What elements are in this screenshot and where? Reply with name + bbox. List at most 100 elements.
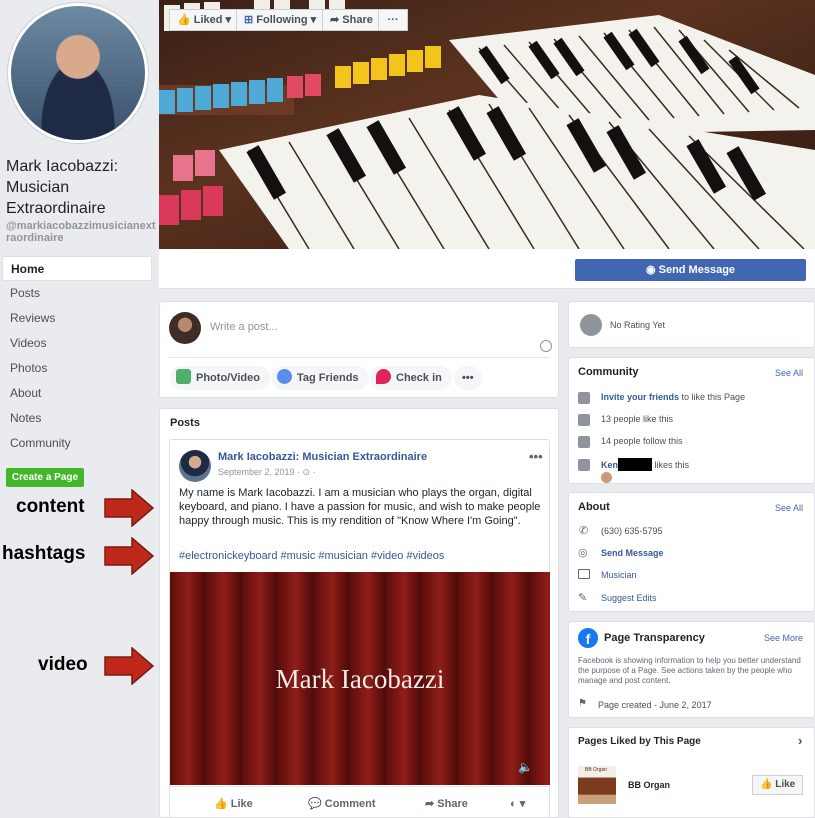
send-message-button[interactable]: ◉ Send Message — [575, 259, 806, 281]
photo-icon — [176, 369, 191, 384]
transparency-description: Facebook is showing information to help … — [578, 656, 801, 685]
bb-organ-like-button[interactable]: 👍 Like — [752, 775, 804, 795]
share-label: Share — [342, 14, 373, 26]
photo-video-label: Photo/Video — [196, 372, 260, 384]
friend-likes-row: Ken likes this — [601, 458, 689, 471]
comment-icon: 💬 — [308, 798, 325, 810]
messenger-icon: ◎ — [578, 547, 588, 559]
nav-photos[interactable]: Photos — [2, 356, 152, 381]
check-in-label: Check in — [396, 372, 442, 384]
nav-community[interactable]: Community — [2, 431, 152, 456]
redaction-box — [618, 458, 653, 471]
rss-icon: ⊞ — [244, 14, 257, 26]
tag-friends-button[interactable]: Tag Friends — [271, 366, 369, 390]
mute-icon[interactable]: 🔈 — [518, 760, 533, 774]
cover-photo[interactable] — [159, 0, 815, 249]
page-name[interactable]: Mark Iacobazzi: Musician Extraordinaire — [6, 156, 156, 219]
check-in-button[interactable]: Check in — [370, 366, 452, 390]
audience-selector[interactable]: ◐ ▾ — [510, 797, 525, 810]
people-icon — [578, 392, 590, 404]
about-see-all[interactable]: See All — [775, 503, 803, 513]
category-link[interactable]: Musician — [601, 569, 637, 581]
photo-video-button[interactable]: Photo/Video — [170, 366, 270, 390]
page-handle[interactable]: @markiacobazzimusicianextraordinaire — [6, 220, 156, 244]
phone-number[interactable]: (630) 635-5795 — [601, 525, 663, 537]
comment-button[interactable]: 💬 Comment — [308, 797, 376, 810]
transparency-see-more[interactable]: See More — [764, 633, 803, 643]
more-actions-button[interactable]: ··· — [378, 9, 408, 31]
post-options-icon[interactable]: ••• — [529, 449, 543, 464]
annotation-content-label: content — [16, 496, 85, 517]
following-button[interactable]: ⊞ Following ▾ — [236, 9, 325, 31]
nav-reviews[interactable]: Reviews — [2, 306, 152, 331]
nav-notes[interactable]: Notes — [2, 406, 152, 431]
follows-count[interactable]: 14 people follow this — [601, 435, 683, 447]
bb-organ-like-label: Like — [775, 779, 796, 790]
composer-divider — [169, 357, 549, 358]
page-nav: Home Posts Reviews Videos Photos About N… — [2, 256, 152, 456]
post-author-avatar[interactable] — [179, 450, 211, 482]
annotation-hashtags-label: hashtags — [2, 543, 86, 564]
community-title: Community — [578, 366, 639, 378]
nav-posts[interactable]: Posts — [2, 281, 152, 306]
emoji-icon[interactable] — [540, 340, 552, 352]
annotation-video-label: video — [38, 654, 88, 675]
post-date[interactable]: September 2, 2019 · ⊙ · — [218, 467, 316, 478]
write-post-input[interactable]: Write a post... — [210, 321, 278, 333]
rating-icon — [580, 314, 602, 336]
pages-liked-title: Pages Liked by This Page — [578, 736, 701, 747]
category-icon — [578, 569, 590, 579]
chevron-right-icon[interactable]: › — [798, 733, 802, 748]
invite-row: Invite your friends to like this Page — [601, 391, 745, 403]
liked-label: Liked — [193, 14, 223, 26]
annotation-arrow-hashtags — [104, 537, 154, 575]
post-actions-bar: 👍 Like 💬 Comment ➦ Share ◐ ▾ — [170, 786, 550, 818]
rating-text: No Rating Yet — [610, 320, 666, 330]
flag-icon: ⚑ — [578, 698, 587, 709]
suggest-edits-link[interactable]: Suggest Edits — [601, 592, 657, 604]
about-send-message[interactable]: Send Message — [601, 547, 664, 559]
nav-home[interactable]: Home — [2, 256, 152, 281]
bb-organ-name[interactable]: BB Organ — [628, 779, 670, 791]
invite-friends-link[interactable]: Invite your friends — [601, 392, 679, 402]
community-see-all[interactable]: See All — [775, 368, 803, 378]
rating-card — [568, 301, 815, 348]
share-icon: ➦ — [425, 798, 438, 810]
post-hashtags[interactable]: #electronickeyboard #music #musician #vi… — [179, 550, 444, 562]
post-author-name[interactable]: Mark Iacobazzi: Musician Extraordinaire — [218, 451, 427, 463]
friends-icon — [578, 459, 590, 471]
like-icon: 👍 — [214, 798, 231, 810]
nav-about[interactable]: About — [2, 381, 152, 406]
tag-person-icon — [277, 369, 292, 384]
annotation-arrow-content — [104, 489, 154, 527]
tag-friends-label: Tag Friends — [297, 372, 359, 384]
annotation-arrow-video — [104, 647, 154, 685]
page-created-date: Page created - June 2, 2017 — [598, 700, 712, 710]
share-arrow-icon: ➦ — [330, 14, 343, 26]
friend-name[interactable]: Ken — [601, 460, 618, 470]
post-share-label: Share — [437, 798, 468, 810]
phone-icon: ✆ — [579, 525, 589, 537]
create-page-button[interactable]: Create a Page — [6, 468, 84, 487]
post-share-button[interactable]: ➦ Share — [425, 797, 468, 810]
transparency-title: Page Transparency — [604, 632, 705, 644]
friend-avatar[interactable] — [601, 472, 612, 483]
invite-rest: to like this Page — [679, 392, 746, 402]
about-title: About — [578, 501, 610, 513]
profile-avatar[interactable] — [11, 6, 145, 140]
facebook-logo-icon: f — [578, 628, 598, 648]
follow-rss-icon — [578, 436, 590, 448]
following-label: Following — [256, 14, 308, 26]
liked-button[interactable]: 👍 Liked ▾ — [169, 9, 240, 31]
share-button[interactable]: ➦ Share — [322, 9, 381, 31]
likes-count[interactable]: 13 people like this — [601, 413, 673, 425]
thumbs-up-icon: 👍 — [177, 14, 194, 26]
like-button[interactable]: 👍 Like — [214, 797, 253, 810]
like-icon: 👍 — [760, 779, 776, 790]
thumbs-up-icon — [578, 414, 590, 426]
location-pin-icon — [376, 369, 391, 384]
composer-avatar — [169, 312, 201, 344]
composer-more-button[interactable]: ••• — [454, 366, 482, 390]
nav-videos[interactable]: Videos — [2, 331, 152, 356]
comment-label: Comment — [324, 798, 376, 810]
